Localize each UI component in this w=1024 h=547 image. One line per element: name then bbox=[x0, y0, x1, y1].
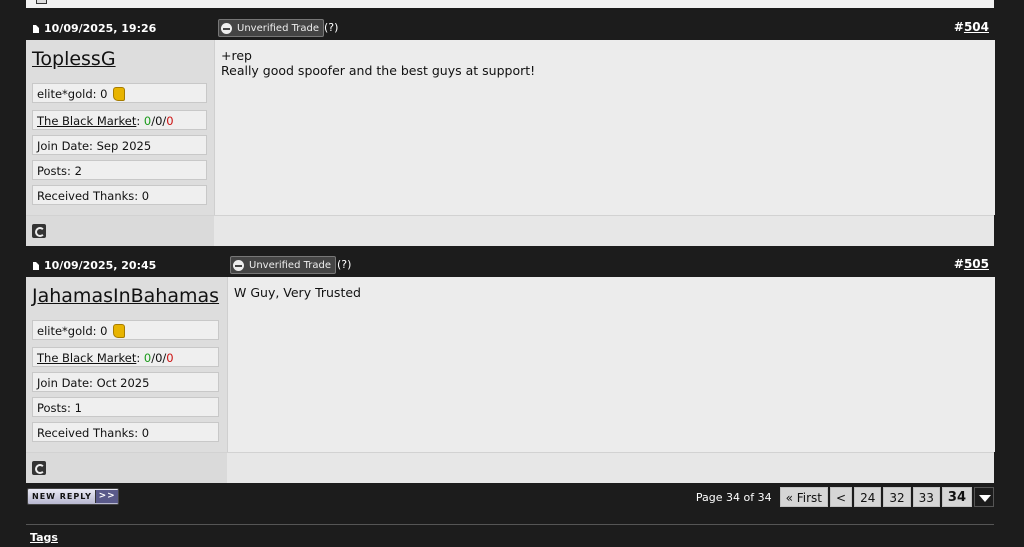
market-neutral: 0 bbox=[155, 114, 163, 128]
market-neutral: 0 bbox=[155, 351, 163, 365]
unverified-trade-badge[interactable]: Unverified Trade bbox=[218, 19, 324, 37]
previous-post-icon bbox=[36, 0, 47, 4]
received-thanks: Received Thanks: 0 bbox=[32, 422, 219, 442]
join-date: Join Date: Sep 2025 bbox=[32, 135, 207, 155]
elite-gold-label: elite*gold: 0 bbox=[37, 87, 108, 101]
minus-circle-icon bbox=[233, 259, 244, 271]
post-message: W Guy, Very Trusted bbox=[227, 277, 995, 452]
elite-gold-label: elite*gold: 0 bbox=[37, 324, 108, 338]
page-link-32[interactable]: 32 bbox=[883, 487, 911, 507]
black-market-link[interactable]: The Black Market bbox=[37, 351, 136, 365]
page-link-33[interactable]: 33 bbox=[912, 487, 940, 507]
market-negative: 0 bbox=[166, 114, 174, 128]
post-number-link[interactable]: #505 bbox=[954, 257, 989, 271]
post-icon bbox=[33, 25, 39, 33]
user-info-column: ToplessG elite*gold: 0 The Black Market:… bbox=[26, 40, 214, 215]
badge-label: Unverified Trade bbox=[237, 22, 319, 34]
username-link[interactable]: ToplessG bbox=[32, 48, 116, 70]
elite-gold-info: elite*gold: 0 bbox=[32, 83, 207, 103]
post-date: 10/09/2025, 19:26 bbox=[44, 22, 157, 35]
previous-post-footer bbox=[26, 0, 994, 8]
black-market-info: The Black Market: 0/0/0 bbox=[32, 110, 207, 130]
post-date: 10/09/2025, 20:45 bbox=[44, 259, 157, 272]
post-504: 10/09/2025, 19:26 Unverified Trade (?) #… bbox=[26, 16, 995, 246]
post-message: +rep Really good spoofer and the best gu… bbox=[214, 40, 995, 215]
current-page: 34 bbox=[941, 487, 972, 507]
page-dropdown-icon[interactable] bbox=[974, 487, 994, 507]
first-page-link[interactable]: « First bbox=[779, 487, 828, 507]
new-reply-button[interactable]: NEW REPLY >> bbox=[27, 488, 119, 505]
post-footer-left bbox=[26, 453, 227, 483]
post-icon bbox=[33, 262, 39, 270]
tags-header: Tags bbox=[26, 524, 994, 547]
reload-icon[interactable] bbox=[32, 224, 46, 238]
join-date: Join Date: Oct 2025 bbox=[32, 372, 219, 392]
tags-link[interactable]: Tags bbox=[30, 531, 58, 544]
gold-icon bbox=[113, 87, 126, 101]
post-number: 505 bbox=[963, 257, 989, 271]
black-market-info: The Black Market: 0/0/0 bbox=[32, 347, 219, 367]
elite-gold-info: elite*gold: 0 bbox=[32, 320, 219, 340]
received-thanks: Received Thanks: 0 bbox=[32, 185, 207, 205]
post-footer bbox=[26, 452, 994, 483]
market-positive: 0 bbox=[143, 114, 152, 128]
post-hash: # bbox=[953, 257, 964, 271]
reload-icon[interactable] bbox=[32, 461, 46, 475]
prev-page-link[interactable]: < bbox=[830, 487, 853, 507]
post-number-link[interactable]: #504 bbox=[954, 20, 989, 34]
post-header: 10/09/2025, 20:45 Unverified Trade (?) #… bbox=[26, 253, 994, 277]
badge-label: Unverified Trade bbox=[249, 259, 331, 271]
username-link[interactable]: JahamasInBahamas bbox=[32, 285, 219, 307]
user-info-column: JahamasInBahamas elite*gold: 0 The Black… bbox=[26, 277, 227, 452]
post-count: Posts: 2 bbox=[32, 160, 207, 180]
gold-icon bbox=[113, 324, 126, 338]
post-message-text: +rep Really good spoofer and the best gu… bbox=[221, 48, 536, 78]
market-positive: 0 bbox=[143, 351, 152, 365]
post-505: 10/09/2025, 20:45 Unverified Trade (?) #… bbox=[26, 253, 995, 483]
post-message-text: W Guy, Very Trusted bbox=[234, 285, 361, 300]
black-market-link[interactable]: The Black Market bbox=[37, 114, 136, 128]
unverified-trade-badge[interactable]: Unverified Trade bbox=[230, 256, 336, 274]
help-link[interactable]: (?) bbox=[337, 258, 351, 271]
help-link[interactable]: (?) bbox=[324, 21, 338, 34]
post-footer bbox=[26, 215, 994, 246]
post-number: 504 bbox=[963, 20, 989, 34]
post-header: 10/09/2025, 19:26 Unverified Trade (?) #… bbox=[26, 16, 994, 40]
post-count: Posts: 1 bbox=[32, 397, 219, 417]
page-info: Page 34 of 34 bbox=[689, 487, 778, 507]
new-reply-arrows-icon: >> bbox=[95, 490, 118, 503]
page-link-24[interactable]: 24 bbox=[854, 487, 882, 507]
minus-circle-icon bbox=[221, 22, 232, 34]
new-reply-label: NEW REPLY bbox=[32, 492, 92, 501]
market-negative: 0 bbox=[166, 351, 174, 365]
post-footer-left bbox=[26, 216, 214, 246]
pagination: Page 34 of 34 « First < 24 32 33 34 bbox=[689, 487, 994, 507]
post-hash: # bbox=[953, 20, 964, 34]
